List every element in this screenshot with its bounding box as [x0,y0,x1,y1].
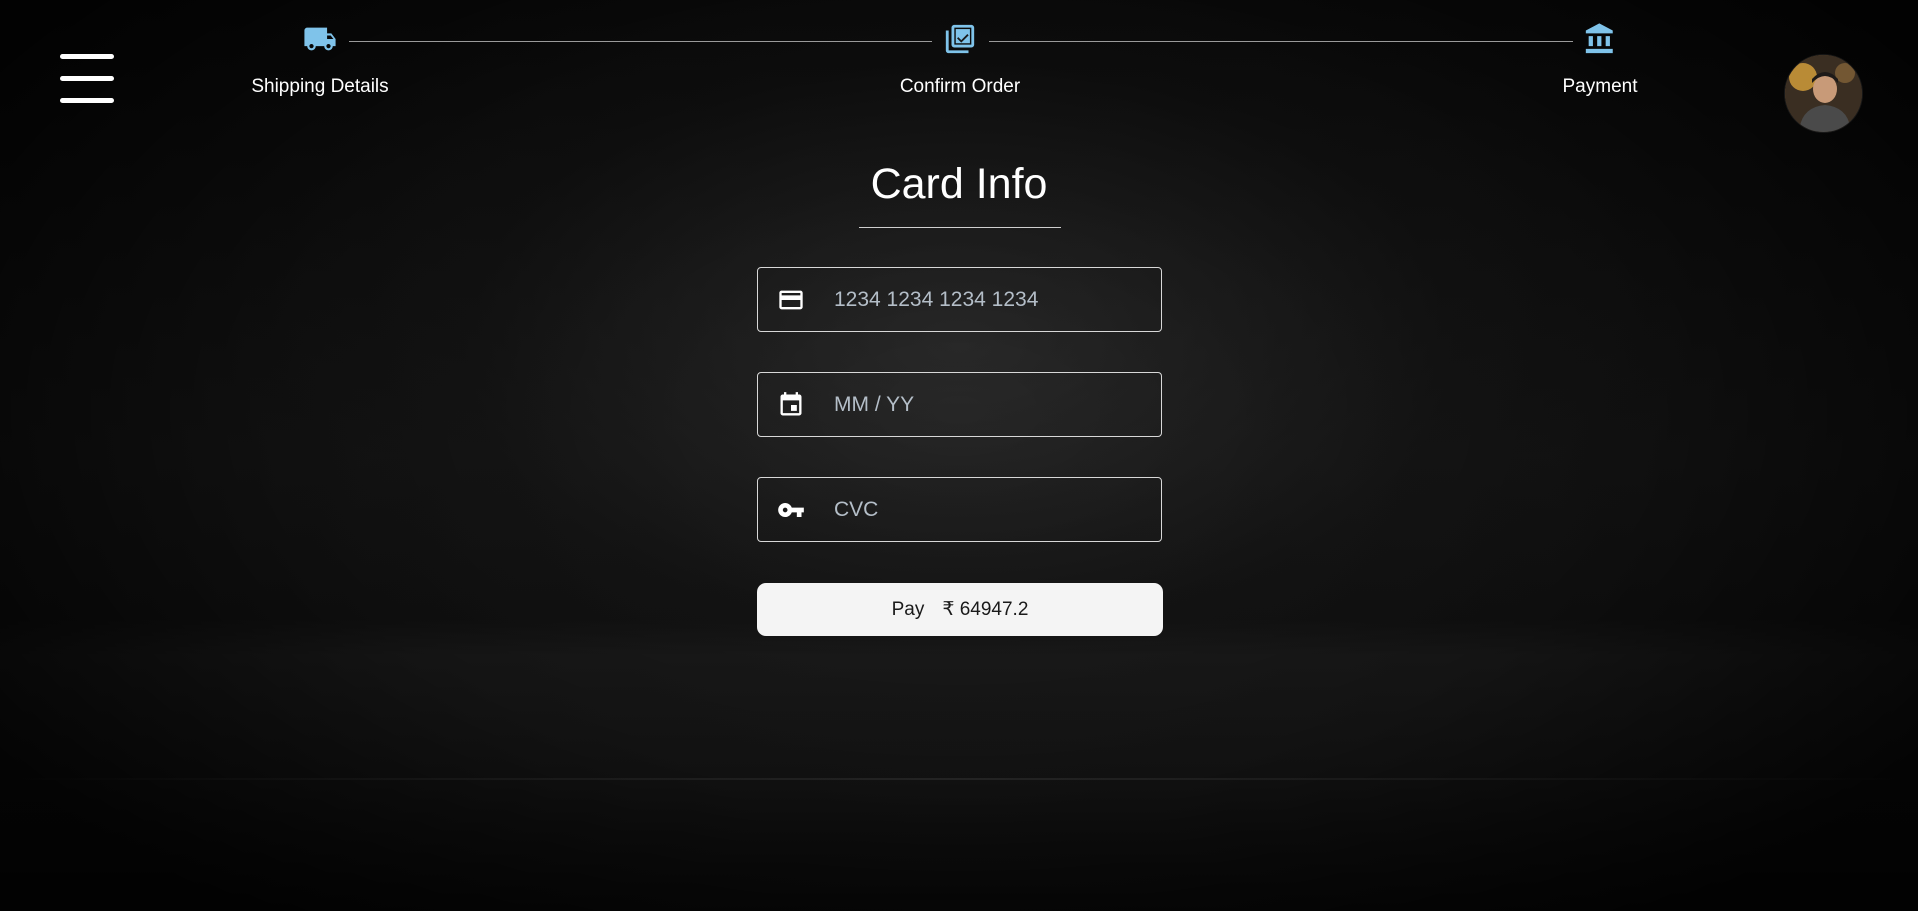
page-title: Card Info [870,160,1048,208]
background-floor [0,778,1918,780]
truck-icon [304,27,336,51]
menu-bar [60,98,114,103]
step-shipping-details: Shipping Details [242,22,398,98]
card-number-input[interactable] [834,279,1161,320]
cvc-field[interactable] [757,477,1162,542]
pay-label: Pay [891,598,925,620]
step-label: Confirm Order [899,76,1021,97]
menu-bar [60,76,114,81]
credit-card-icon [779,290,803,309]
stepper-connector [349,41,932,42]
menu-bar [60,54,114,59]
stepper-connector [989,41,1573,42]
step-label: Payment [1562,76,1638,97]
checklist-icon [945,24,975,54]
step-label: Shipping Details [251,76,389,97]
card-number-field[interactable] [757,267,1162,332]
bank-icon [1585,23,1613,54]
avatar[interactable] [1785,55,1862,132]
cvc-input[interactable] [834,489,1161,530]
title-underline [859,227,1061,228]
expiry-field[interactable] [757,372,1162,437]
pay-amount: ₹ 64947.2 [942,599,1029,620]
background-vignette [0,0,1918,911]
step-confirm-order: Confirm Order [880,22,1040,98]
calendar-event-icon [780,391,802,415]
hamburger-menu-icon[interactable] [60,54,114,106]
expiry-input[interactable] [834,384,1161,425]
avatar-photo [1785,55,1862,132]
key-icon [778,502,804,517]
step-payment: Payment [1550,22,1650,98]
pay-button[interactable]: Pay ₹ 64947.2 [757,583,1163,636]
